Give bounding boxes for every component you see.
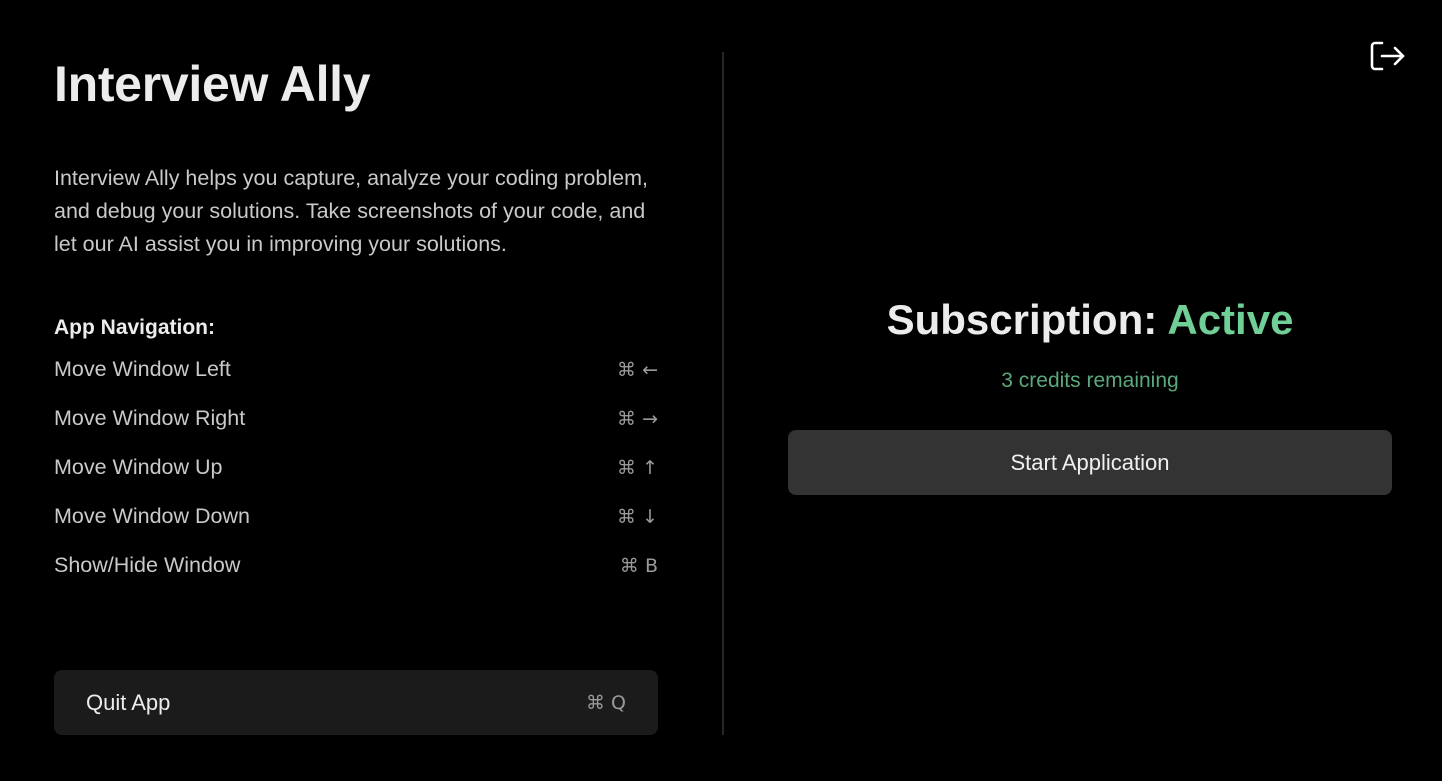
shortcut-show-hide: Show/Hide Window ⌘ B <box>54 541 658 590</box>
navigation-heading: App Navigation: <box>54 316 215 339</box>
logout-icon <box>1370 41 1405 71</box>
logout-button[interactable] <box>1368 38 1406 74</box>
subscription-status: Active <box>1167 296 1294 343</box>
shortcut-move-up: Move Window Up ⌘ ↑ <box>54 443 658 492</box>
app-title: Interview Ally <box>54 56 371 112</box>
shortcut-move-down: Move Window Down ⌘ ↓ <box>54 492 658 541</box>
shortcut-label: Move Window Down <box>54 504 250 528</box>
shortcut-keys: ⌘ B <box>619 554 658 577</box>
shortcut-keys: ⌘ ↑ <box>617 456 658 479</box>
quit-app-label: Quit App <box>86 689 171 715</box>
shortcut-label: Move Window Left <box>54 357 231 381</box>
app-description: Interview Ally helps you capture, analyz… <box>54 166 648 256</box>
shortcut-keys: ⌘ → <box>617 407 658 430</box>
shortcut-label: Move Window Up <box>54 455 223 479</box>
subscription-panel: Subscription: Active 3 credits remaining… <box>788 290 1392 495</box>
shortcut-move-left: Move Window Left ⌘ ← <box>54 345 658 394</box>
shortcut-keys: ⌘ ↓ <box>617 505 658 528</box>
panel-divider <box>722 52 724 735</box>
shortcut-move-right: Move Window Right ⌘ → <box>54 394 658 443</box>
start-application-button[interactable]: Start Application <box>788 430 1392 495</box>
quit-app-button[interactable]: Quit App ⌘ Q <box>54 670 658 735</box>
left-panel: Interview Ally Interview Ally helps you … <box>54 52 658 590</box>
quit-app-keys: ⌘ Q <box>586 691 626 714</box>
shortcut-list: Move Window Left ⌘ ← Move Window Right ⌘… <box>54 345 658 590</box>
subscription-status-line: Subscription: Active <box>788 290 1392 350</box>
shortcut-keys: ⌘ ← <box>617 358 658 381</box>
subscription-label: Subscription: <box>886 296 1158 343</box>
shortcut-label: Move Window Right <box>54 406 246 430</box>
shortcut-label: Show/Hide Window <box>54 553 241 577</box>
app-window: Interview Ally Interview Ally helps you … <box>0 0 1442 781</box>
credits-remaining: 3 credits remaining <box>1001 369 1179 392</box>
